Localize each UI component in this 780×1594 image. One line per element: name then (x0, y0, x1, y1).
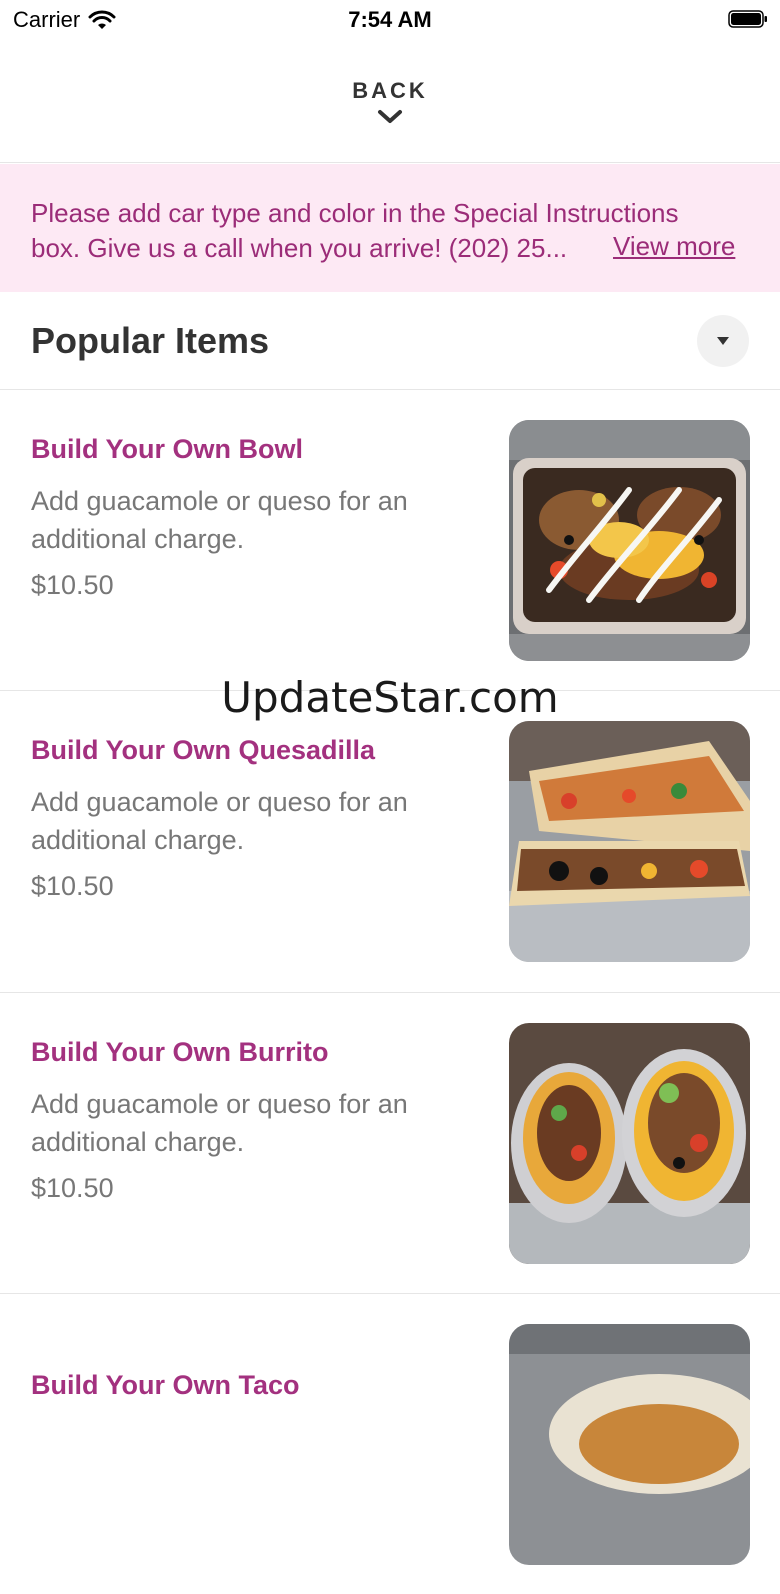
instructions-line-1: Please add car type and color in the Spe… (31, 198, 679, 228)
view-more-link[interactable]: View more (613, 231, 735, 262)
section-collapse-button[interactable] (697, 315, 749, 367)
status-bar: Carrier 7:54 AM (0, 0, 780, 40)
item-photo (509, 1023, 750, 1264)
item-name: Build Your Own Bowl (31, 434, 303, 464)
item-name: Build Your Own Burrito (31, 1037, 329, 1067)
item-description: Add guacamole or queso for an additional… (31, 787, 408, 855)
item-photo (509, 721, 750, 962)
battery-icon (728, 10, 767, 28)
item-description: Add guacamole or queso for an additional… (31, 486, 408, 554)
item-price: $10.50 (31, 570, 114, 600)
item-photo (509, 420, 750, 661)
item-name: Build Your Own Quesadilla (31, 735, 376, 765)
chevron-down-icon (378, 110, 402, 123)
instructions-banner: Please add car type and color in the Spe… (0, 164, 780, 292)
caret-down-icon (717, 337, 729, 345)
menu-item[interactable]: Build Your Own Burrito Add guacamole or … (0, 993, 780, 1293)
item-description: Add guacamole or queso for an additional… (31, 1089, 408, 1157)
menu-item[interactable]: Build Your Own Bowl Add guacamole or que… (0, 390, 780, 690)
item-name: Build Your Own Taco (31, 1370, 300, 1400)
header-divider (0, 162, 780, 163)
menu-item[interactable]: Build Your Own Taco (0, 1294, 780, 1594)
item-price: $10.50 (31, 871, 114, 901)
back-button[interactable]: BACK (0, 78, 780, 126)
back-label: BACK (352, 78, 428, 103)
watermark: UpdateStar.com (221, 673, 559, 722)
item-price: $10.50 (31, 1173, 114, 1203)
menu-item[interactable]: Build Your Own Quesadilla Add guacamole … (0, 691, 780, 991)
status-time: 7:54 AM (348, 7, 432, 32)
section-title: Popular Items (31, 320, 270, 361)
item-photo (509, 1324, 750, 1565)
